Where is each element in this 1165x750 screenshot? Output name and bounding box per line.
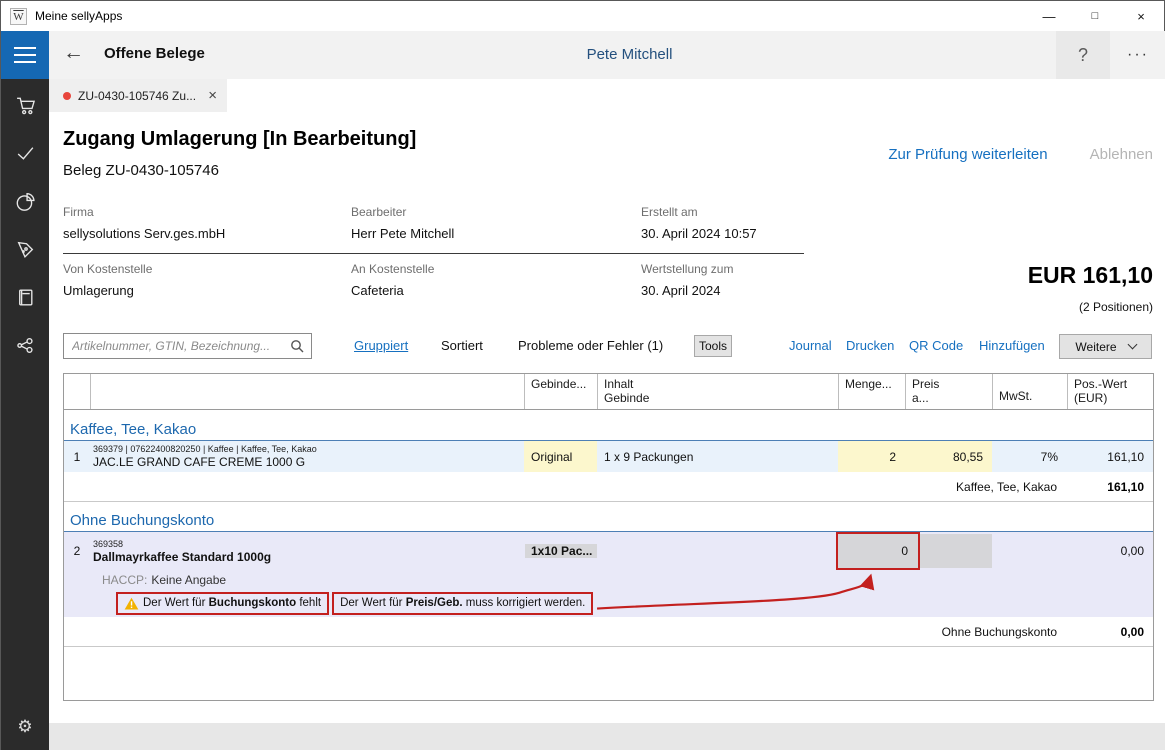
tab-label: ZU-0430-105746 Zu... — [78, 89, 202, 103]
poswert-value: 161,10 — [1067, 441, 1153, 472]
field-bearbeiter: Bearbeiter Herr Pete Mitchell — [351, 205, 621, 241]
unsaved-indicator-dot — [63, 92, 71, 100]
shopping-cart-icon — [15, 95, 36, 116]
field-firma: Firma sellysolutions Serv.ges.mbH — [63, 205, 333, 241]
search-input[interactable] — [64, 339, 290, 353]
row-position: 1 — [64, 441, 90, 472]
group-header-ohne-buchungskonto: Ohne Buchungskonto — [64, 510, 1153, 532]
qr-code-link[interactable]: QR Code — [909, 338, 963, 353]
sidebar-item-tags[interactable] — [1, 225, 49, 273]
gear-icon: ⚙ — [17, 717, 32, 737]
search-icon[interactable] — [290, 339, 304, 353]
minimize-button[interactable]: — — [1026, 1, 1072, 31]
titlebar: W Meine sellyApps — □ × — [1, 1, 1164, 31]
tools-button[interactable]: Tools — [694, 335, 732, 357]
group-subtotal-ohne-buchungskonto: Ohne Buchungskonto 0,00 — [64, 617, 1153, 647]
grouped-toggle[interactable]: Gruppiert — [354, 338, 408, 353]
back-button[interactable]: ← — [63, 41, 84, 65]
checkmark-icon — [15, 143, 36, 164]
book-icon — [15, 287, 36, 308]
group-header-kaffee: Kaffee, Tee, Kakao — [64, 419, 1153, 441]
col-header-gebinde[interactable]: Gebinde... — [524, 374, 597, 409]
total-amount: EUR 161,10 — [1028, 262, 1153, 289]
settings-button[interactable]: ⚙ — [1, 703, 49, 750]
maximize-button[interactable]: □ — [1072, 1, 1118, 31]
tab-close-icon[interactable]: × — [208, 88, 217, 103]
row-position: 2 — [64, 532, 90, 570]
group-subtotal-kaffee: Kaffee, Tee, Kakao 161,10 — [64, 472, 1153, 502]
chevron-down-icon — [1127, 340, 1137, 350]
sidebar-item-journal[interactable] — [1, 273, 49, 321]
validation-errors: Der Wert für Buchungskonto fehlt Der Wer… — [64, 589, 1153, 617]
tag-icon — [15, 239, 36, 260]
sidebar-item-cart[interactable] — [1, 81, 49, 129]
share-network-icon — [15, 335, 36, 356]
document-view: Zugang Umlagerung [In Bearbeitung] Beleg… — [49, 112, 1165, 723]
field-wertstellung: Wertstellung zum 30. April 2024 — [641, 262, 911, 298]
more-options-button[interactable]: ··· — [1112, 31, 1164, 79]
table-row-1[interactable]: 1 369379 | 07622400820250 | Kaffee | Kaf… — [64, 441, 1153, 472]
hamburger-menu-button[interactable] — [1, 31, 49, 79]
tab-document[interactable]: ZU-0430-105746 Zu... × — [49, 79, 227, 112]
app-logo-icon: W — [10, 8, 27, 25]
more-actions-dropdown[interactable]: Weitere — [1059, 334, 1152, 359]
tab-bar: ZU-0430-105746 Zu... × — [49, 79, 1165, 112]
reject-button[interactable]: Ablehnen — [1090, 146, 1153, 163]
col-header-poswert[interactable]: Pos.-Wert (EUR) — [1067, 374, 1153, 409]
row-description: 369358 Dallmayrkaffee Standard 1000g — [90, 532, 524, 570]
field-von-kostenstelle: Von Kostenstelle Umlagerung — [63, 262, 333, 298]
mwst-value: 7% — [992, 441, 1067, 472]
field-an-kostenstelle: An Kostenstelle Cafeteria — [351, 262, 621, 298]
window-title: Meine sellyApps — [35, 9, 122, 23]
menge-field-invalid[interactable]: 0 — [836, 532, 920, 570]
error-preis: Der Wert für Preis/Geb. muss korrigiert … — [332, 592, 593, 615]
table-header-row: Gebinde... Inhalt Gebinde Menge... Preis… — [64, 374, 1153, 410]
error-buchungskonto: Der Wert für Buchungskonto fehlt — [116, 592, 329, 615]
warning-icon — [124, 597, 139, 610]
col-header-inhalt[interactable]: Inhalt Gebinde — [597, 374, 838, 409]
user-menu[interactable]: Pete Mitchell — [587, 46, 673, 63]
add-link[interactable]: Hinzufügen — [979, 338, 1045, 353]
app-window: W Meine sellyApps — □ × — [0, 0, 1165, 750]
haccp-line: HACCP: Keine Angabe — [64, 570, 1153, 589]
menge-field[interactable]: 2 — [838, 441, 905, 472]
pie-chart-icon — [15, 191, 36, 212]
col-header-mwst[interactable]: MwSt. — [992, 374, 1067, 409]
sidebar-item-reports[interactable] — [1, 177, 49, 225]
poswert-value: 0,00 — [1067, 532, 1153, 570]
window-controls: — □ × — [1026, 1, 1164, 31]
print-link[interactable]: Drucken — [846, 338, 894, 353]
menge-preis-field-group: 0 — [838, 534, 992, 568]
journal-link[interactable]: Journal — [789, 338, 832, 353]
col-header-preis[interactable]: Preis a... — [905, 374, 992, 409]
sidebar-item-tasks[interactable] — [1, 129, 49, 177]
help-icon: ? — [1078, 45, 1088, 66]
sidebar: ⚙ — [1, 31, 49, 750]
positions-count: (2 Positionen) — [1079, 300, 1153, 314]
app-header: ← Offene Belege Pete Mitchell ? ··· — [49, 31, 1165, 79]
row-description: 369379 | 07622400820250 | Kaffee | Kaffe… — [90, 441, 524, 472]
forward-for-review-button[interactable]: Zur Prüfung weiterleiten — [888, 146, 1047, 163]
bottom-strip — [49, 723, 1165, 750]
problems-filter[interactable]: Probleme oder Fehler (1) — [518, 338, 663, 353]
inhalt-gebinde-value: 1 x 9 Packungen — [597, 441, 838, 472]
search-box — [63, 333, 312, 359]
preis-field[interactable]: 80,55 — [905, 441, 992, 472]
gebinde-field[interactable]: 1x10 Pac... — [525, 544, 597, 558]
field-erstellt-am: Erstellt am 30. April 2024 10:57 — [641, 205, 911, 241]
col-header-menge[interactable]: Menge... — [838, 374, 905, 409]
document-title: Zugang Umlagerung [In Bearbeitung] — [63, 128, 416, 151]
positions-table: Gebinde... Inhalt Gebinde Menge... Preis… — [63, 373, 1154, 701]
table-row-2[interactable]: 2 369358 Dallmayrkaffee Standard 1000g 1… — [64, 532, 1153, 570]
page-title: Offene Belege — [104, 45, 205, 62]
ellipsis-icon: ··· — [1127, 46, 1149, 64]
gebinde-field[interactable]: Original — [524, 441, 597, 472]
field-divider — [63, 253, 804, 254]
document-number: Beleg ZU-0430-105746 — [63, 162, 219, 179]
close-button[interactable]: × — [1118, 1, 1164, 31]
sidebar-item-network[interactable] — [1, 321, 49, 369]
help-button[interactable]: ? — [1056, 31, 1110, 79]
sorted-toggle[interactable]: Sortiert — [441, 338, 483, 353]
